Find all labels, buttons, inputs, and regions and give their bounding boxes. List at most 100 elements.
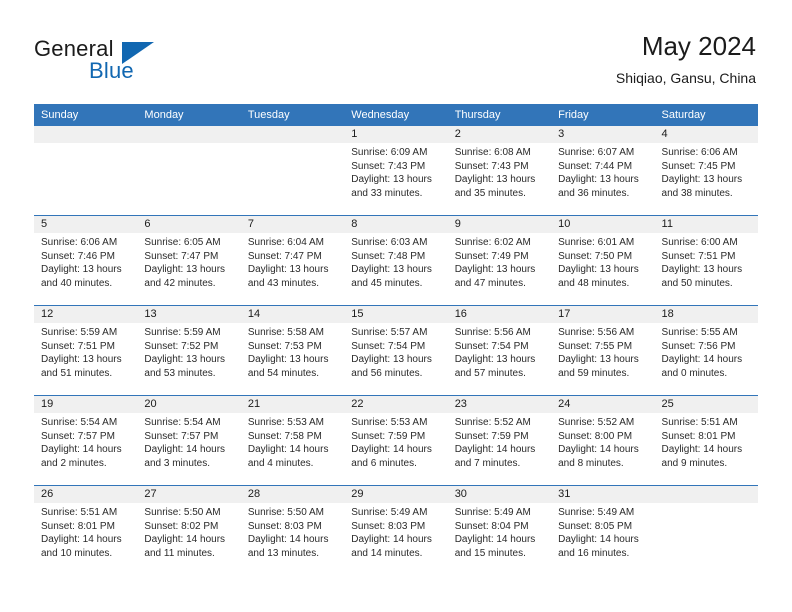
day-cell[interactable]: 9 Sunrise: 6:02 AM Sunset: 7:49 PM Dayli… (447, 216, 552, 305)
daylight-text-line2: and 45 minutes. (351, 277, 423, 289)
sunset-text: Sunset: 7:47 PM (247, 250, 322, 262)
day-cell[interactable]: 11 Sunrise: 6:00 AM Sunset: 7:51 PM Dayl… (654, 216, 758, 305)
sunset-text: Sunset: 7:55 PM (558, 340, 633, 352)
sunrise-text: Sunrise: 5:52 AM (558, 417, 635, 428)
day-cell[interactable]: 10 Sunrise: 6:01 AM Sunset: 7:50 PM Dayl… (551, 216, 655, 305)
sunrise-text: Sunrise: 6:06 AM (661, 147, 738, 158)
daylight-text-line2: and 10 minutes. (41, 547, 113, 559)
day-cell[interactable]: 8 Sunrise: 6:03 AM Sunset: 7:48 PM Dayli… (344, 216, 448, 305)
sunset-text: Sunset: 7:47 PM (144, 250, 219, 262)
sunrise-text: Sunrise: 5:49 AM (454, 507, 531, 518)
daylight-text-line1: Daylight: 14 hours (351, 534, 432, 546)
daylight-text-line2: and 38 minutes. (661, 187, 733, 199)
sunrise-text: Sunrise: 5:54 AM (41, 417, 118, 428)
day-info: Sunrise: 5:56 AM Sunset: 7:54 PM Dayligh… (448, 323, 551, 380)
day-cell[interactable]: 15 Sunrise: 5:57 AM Sunset: 7:54 PM Dayl… (344, 306, 448, 395)
day-cell[interactable]: 5 Sunrise: 6:06 AM Sunset: 7:46 PM Dayli… (34, 216, 138, 305)
general-blue-logo[interactable]: General Blue (34, 36, 264, 88)
daylight-text-line2: and 0 minutes. (661, 367, 728, 379)
daylight-text-line1: Daylight: 13 hours (558, 354, 639, 366)
day-number: 16 (447, 306, 552, 323)
daylight-text-line1: Daylight: 13 hours (41, 264, 122, 276)
day-cell[interactable]: 14 Sunrise: 5:58 AM Sunset: 7:53 PM Dayl… (240, 306, 345, 395)
day-cell[interactable]: 13 Sunrise: 5:59 AM Sunset: 7:52 PM Dayl… (137, 306, 241, 395)
sunset-text: Sunset: 8:03 PM (351, 520, 426, 532)
daylight-text-line1: Daylight: 14 hours (454, 534, 536, 546)
day-cell[interactable]: 7 Sunrise: 6:04 AM Sunset: 7:47 PM Dayli… (240, 216, 345, 305)
day-number: 15 (344, 306, 448, 323)
daylight-text-line2: and 3 minutes. (144, 457, 211, 469)
daylight-text-line2: and 13 minutes. (247, 547, 320, 559)
day-cell[interactable]: 18 Sunrise: 5:55 AM Sunset: 7:56 PM Dayl… (654, 306, 758, 395)
day-info: Sunrise: 5:52 AM Sunset: 8:00 PM Dayligh… (551, 413, 654, 470)
day-cell (654, 486, 758, 575)
sunrise-text: Sunrise: 5:49 AM (558, 507, 635, 518)
day-number: 5 (34, 216, 138, 233)
day-info: Sunrise: 5:58 AM Sunset: 7:53 PM Dayligh… (241, 323, 344, 380)
day-cell[interactable]: 28 Sunrise: 5:50 AM Sunset: 8:03 PM Dayl… (240, 486, 345, 575)
daylight-text-line2: and 48 minutes. (558, 277, 630, 289)
day-number: 21 (240, 396, 345, 413)
day-info: Sunrise: 6:08 AM Sunset: 7:43 PM Dayligh… (448, 143, 551, 200)
daylight-text-line1: Daylight: 13 hours (661, 264, 743, 276)
daylight-text-line2: and 47 minutes. (454, 277, 526, 289)
day-cell[interactable]: 24 Sunrise: 5:52 AM Sunset: 8:00 PM Dayl… (551, 396, 655, 485)
day-cell[interactable]: 25 Sunrise: 5:51 AM Sunset: 8:01 PM Dayl… (654, 396, 758, 485)
sunset-text: Sunset: 8:05 PM (558, 520, 633, 532)
sunset-text: Sunset: 7:57 PM (41, 430, 115, 442)
day-number: 24 (551, 396, 655, 413)
daylight-text-line1: Daylight: 14 hours (661, 354, 743, 366)
day-cell[interactable]: 17 Sunrise: 5:56 AM Sunset: 7:55 PM Dayl… (551, 306, 655, 395)
daylight-text-line1: Daylight: 13 hours (661, 174, 743, 186)
day-cell[interactable]: 26 Sunrise: 5:51 AM Sunset: 8:01 PM Dayl… (34, 486, 138, 575)
day-info: Sunrise: 5:52 AM Sunset: 7:59 PM Dayligh… (448, 413, 551, 470)
day-cell[interactable]: 22 Sunrise: 5:53 AM Sunset: 7:59 PM Dayl… (344, 396, 448, 485)
day-cell[interactable]: 2 Sunrise: 6:08 AM Sunset: 7:43 PM Dayli… (447, 126, 552, 215)
day-cell[interactable]: 3 Sunrise: 6:07 AM Sunset: 7:44 PM Dayli… (551, 126, 655, 215)
sunset-text: Sunset: 8:04 PM (454, 520, 529, 532)
day-cell[interactable]: 6 Sunrise: 6:05 AM Sunset: 7:47 PM Dayli… (137, 216, 241, 305)
calendar-page: General Blue May 2024 Shiqiao, Gansu, Ch… (0, 0, 792, 612)
sunset-text: Sunset: 7:58 PM (247, 430, 322, 442)
daylight-text-line1: Daylight: 14 hours (247, 534, 329, 546)
sunset-text: Sunset: 8:01 PM (661, 430, 736, 442)
sunset-text: Sunset: 7:51 PM (41, 340, 115, 352)
sunset-text: Sunset: 8:00 PM (558, 430, 633, 442)
day-cell[interactable]: 21 Sunrise: 5:53 AM Sunset: 7:58 PM Dayl… (240, 396, 345, 485)
weekday-header-tuesday: Tuesday (247, 109, 290, 121)
day-cell[interactable]: 19 Sunrise: 5:54 AM Sunset: 7:57 PM Dayl… (34, 396, 138, 485)
daylight-text-line1: Daylight: 13 hours (558, 174, 639, 186)
day-number: 31 (551, 486, 655, 503)
day-cell[interactable]: 29 Sunrise: 5:49 AM Sunset: 8:03 PM Dayl… (344, 486, 448, 575)
day-cell[interactable]: 16 Sunrise: 5:56 AM Sunset: 7:54 PM Dayl… (447, 306, 552, 395)
day-cell[interactable]: 27 Sunrise: 5:50 AM Sunset: 8:02 PM Dayl… (137, 486, 241, 575)
day-cell[interactable]: 4 Sunrise: 6:06 AM Sunset: 7:45 PM Dayli… (654, 126, 758, 215)
sunset-text: Sunset: 8:02 PM (144, 520, 219, 532)
sunset-text: Sunset: 7:56 PM (661, 340, 736, 352)
day-number: 2 (447, 126, 552, 143)
daylight-text-line2: and 14 minutes. (351, 547, 423, 559)
day-cell[interactable]: 23 Sunrise: 5:52 AM Sunset: 7:59 PM Dayl… (447, 396, 552, 485)
sunset-text: Sunset: 7:43 PM (454, 160, 529, 172)
day-info: Sunrise: 6:07 AM Sunset: 7:44 PM Dayligh… (551, 143, 654, 200)
day-cell[interactable]: 12 Sunrise: 5:59 AM Sunset: 7:51 PM Dayl… (34, 306, 138, 395)
day-cell[interactable]: 30 Sunrise: 5:49 AM Sunset: 8:04 PM Dayl… (447, 486, 552, 575)
weekday-header-sunday: Sunday (41, 109, 79, 121)
daylight-text-line2: and 42 minutes. (144, 277, 216, 289)
daylight-text-line1: Daylight: 13 hours (454, 354, 536, 366)
week-row: 5 Sunrise: 6:06 AM Sunset: 7:46 PM Dayli… (34, 215, 758, 305)
daylight-text-line1: Daylight: 13 hours (247, 354, 329, 366)
weekday-header-friday: Friday (558, 109, 589, 121)
sunrise-text: Sunrise: 6:03 AM (351, 237, 428, 248)
daylight-text-line1: Daylight: 13 hours (351, 354, 432, 366)
day-info: Sunrise: 5:50 AM Sunset: 8:03 PM Dayligh… (241, 503, 344, 560)
day-number: 28 (240, 486, 345, 503)
day-cell (34, 126, 138, 215)
weekday-header-wednesday: Wednesday (351, 109, 410, 121)
day-cell[interactable]: 20 Sunrise: 5:54 AM Sunset: 7:57 PM Dayl… (137, 396, 241, 485)
day-cell[interactable]: 31 Sunrise: 5:49 AM Sunset: 8:05 PM Dayl… (551, 486, 655, 575)
daylight-text-line1: Daylight: 13 hours (351, 264, 432, 276)
day-cell[interactable]: 1 Sunrise: 6:09 AM Sunset: 7:43 PM Dayli… (344, 126, 448, 215)
day-info: Sunrise: 5:49 AM Sunset: 8:04 PM Dayligh… (448, 503, 551, 560)
daylight-text-line2: and 56 minutes. (351, 367, 423, 379)
